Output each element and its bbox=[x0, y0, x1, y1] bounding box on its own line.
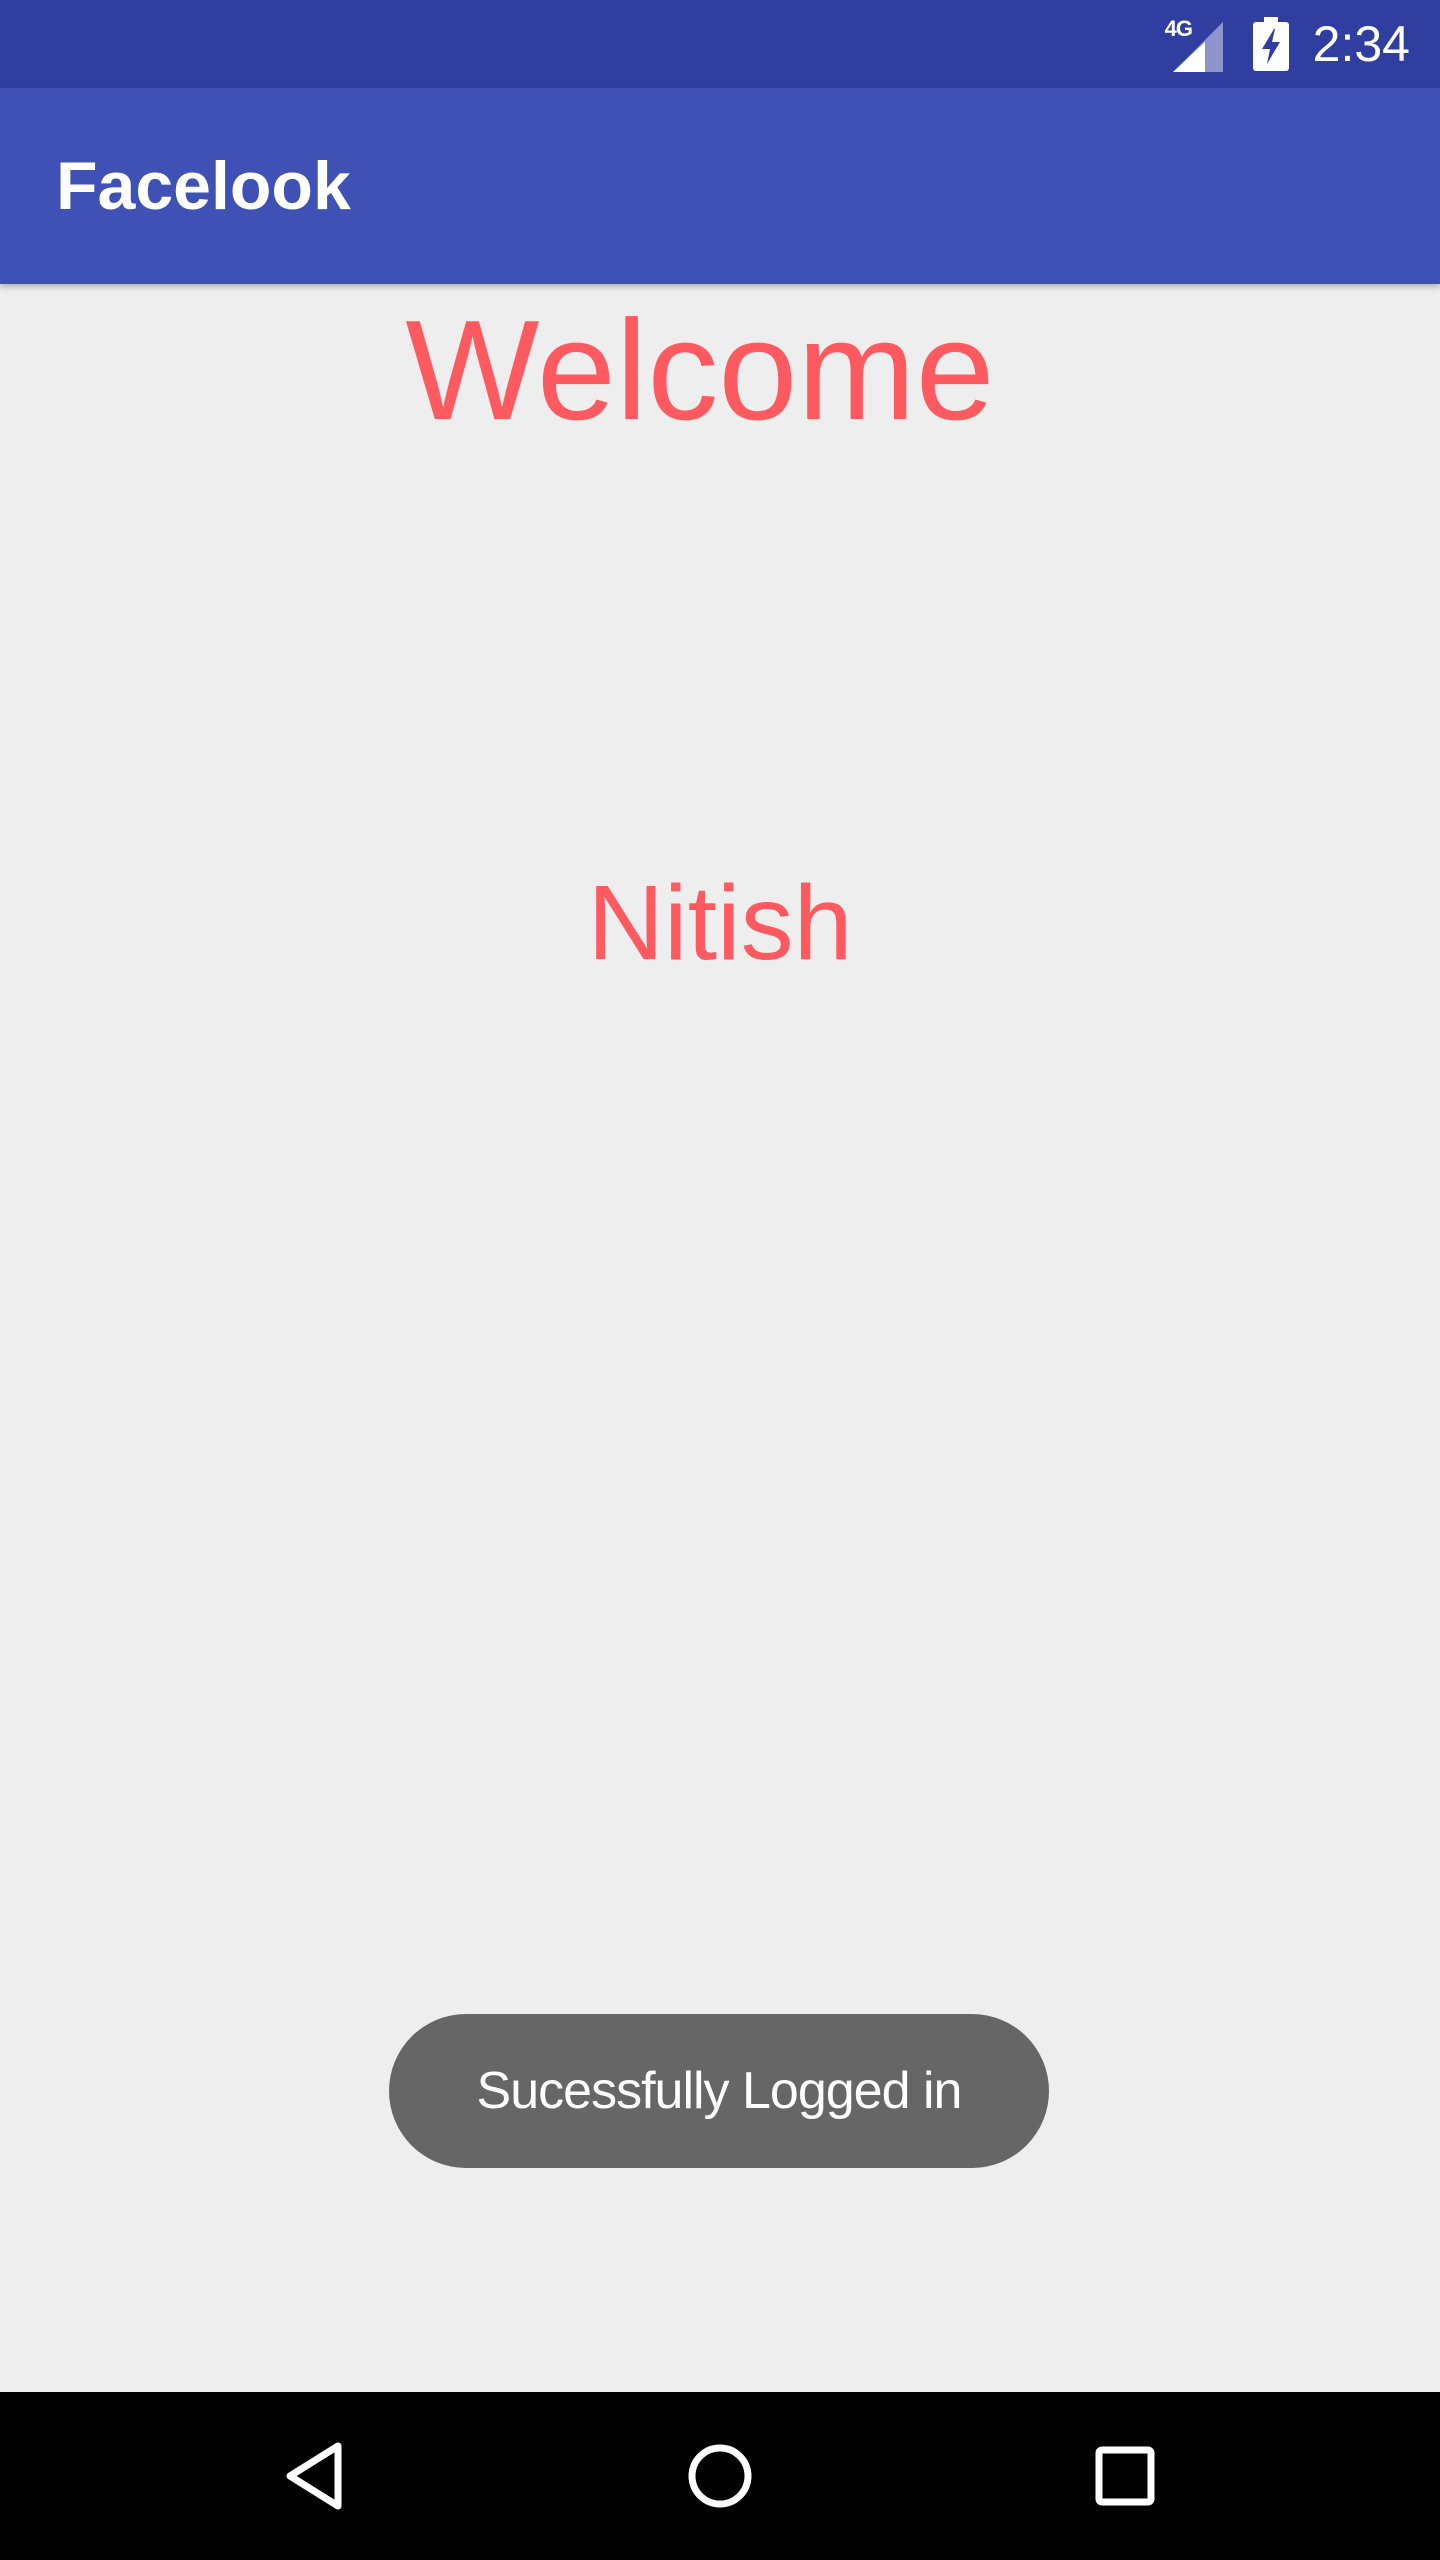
recents-icon[interactable] bbox=[1085, 2436, 1165, 2516]
user-name-label: Nitish bbox=[587, 864, 853, 982]
app-screen: 4G 2:34 Facelook Welcome Nitish Sucessfu… bbox=[0, 0, 1440, 2560]
network-type-label: 4G bbox=[1164, 16, 1193, 41]
login-toast: Sucessfully Logged in bbox=[389, 2014, 1049, 2168]
battery-charging-icon bbox=[1252, 17, 1289, 71]
status-bar: 4G 2:34 bbox=[0, 0, 1440, 88]
signal-icon: 4G bbox=[1165, 16, 1225, 72]
navigation-bar bbox=[0, 2392, 1440, 2560]
status-icons: 4G 2:34 bbox=[1165, 0, 1410, 88]
back-icon[interactable] bbox=[276, 2436, 356, 2516]
home-icon[interactable] bbox=[680, 2436, 760, 2516]
welcome-heading: Welcome bbox=[405, 291, 995, 450]
app-title: Facelook bbox=[56, 148, 351, 224]
app-bar: Facelook bbox=[0, 88, 1440, 284]
status-time: 2:34 bbox=[1312, 16, 1410, 72]
toast-message: Sucessfully Logged in bbox=[476, 2062, 963, 2120]
